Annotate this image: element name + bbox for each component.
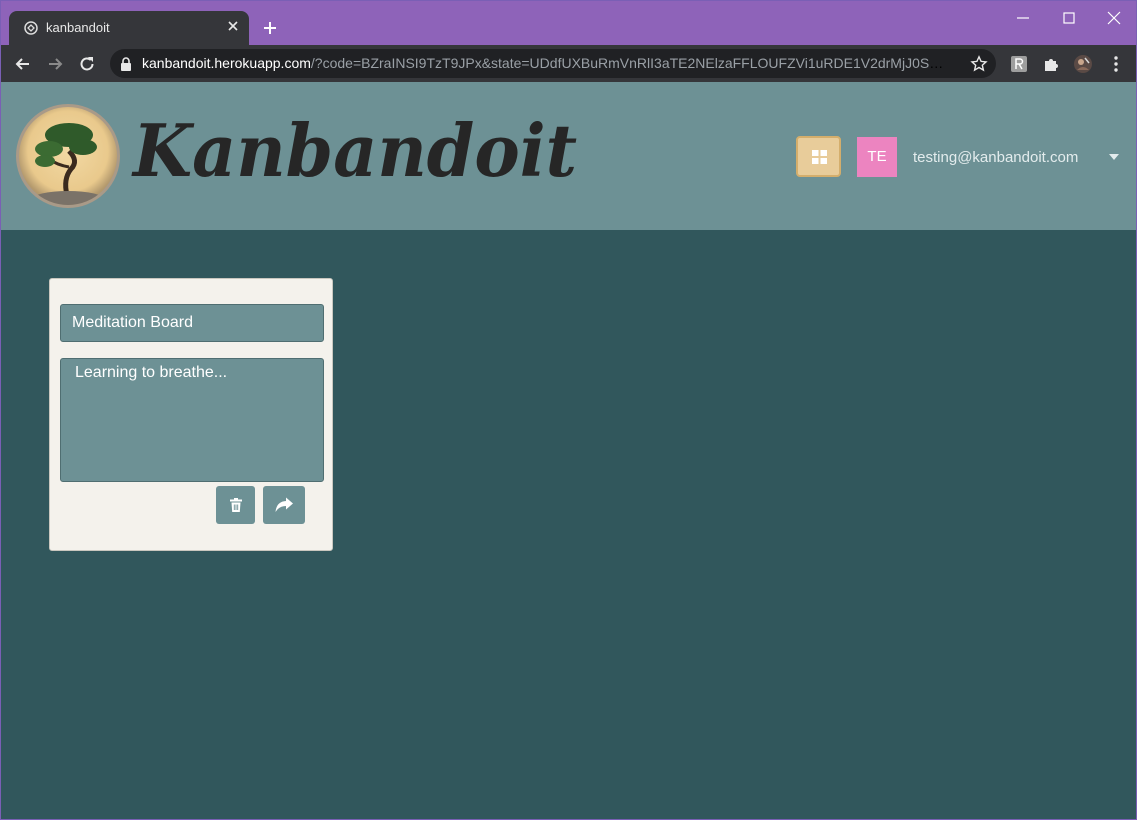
browser-window: kanbandoit kanbandoit.herokuapp.com/?cod… [1,1,1136,819]
board-description-textarea[interactable]: Learning to breathe... [60,358,324,482]
back-icon[interactable] [13,54,33,74]
trash-icon [229,498,242,512]
user-email[interactable]: testing@kanbandoit.com [913,149,1078,166]
favicon-icon [24,21,38,35]
share-board-button[interactable] [263,486,305,524]
extension-r-icon[interactable] [1009,54,1029,74]
url-host: kanbandoit.herokuapp.com [142,55,311,71]
brand-wordmark: Kanbandoit [131,108,577,193]
forward-icon[interactable] [45,54,65,74]
url-path: /?code=BZraINSI9TzT9JPx&state=UDdfUXBuRm… [310,55,954,71]
boards-view-button[interactable] [796,136,841,177]
bookmark-star-icon[interactable] [970,55,988,73]
browser-titlebar: kanbandoit [1,1,1136,45]
browser-tab[interactable]: kanbandoit [9,11,249,45]
delete-board-button[interactable] [216,486,255,524]
grid-icon [812,150,827,164]
chevron-down-icon[interactable] [1109,154,1119,160]
address-bar[interactable]: kanbandoit.herokuapp.com/?code=BZraINSI9… [110,49,996,78]
browser-toolbar: kanbandoit.herokuapp.com/?code=BZraINSI9… [1,45,1136,82]
board-title-input[interactable] [60,304,324,342]
bonsai-logo[interactable] [16,104,120,208]
bonsai-tree-icon [32,123,104,205]
board-card: Learning to breathe... [49,278,333,551]
app-header: Kanbandoit TE testing@kanbandoit.com [1,82,1136,230]
minimize-icon[interactable] [1014,9,1032,27]
profile-icon[interactable] [1073,54,1093,74]
window-close-icon[interactable] [1105,9,1123,27]
reload-icon[interactable] [77,54,97,74]
user-avatar[interactable]: TE [857,137,897,177]
tab-title: kanbandoit [46,20,110,35]
svg-text:Kanbandoit: Kanbandoit [131,108,577,193]
url-text: kanbandoit.herokuapp.com/?code=BZraINSI9… [142,55,954,71]
maximize-icon[interactable] [1060,9,1078,27]
lock-icon [121,57,131,71]
share-arrow-icon [275,497,293,512]
new-tab-icon[interactable] [261,19,279,37]
tab-close-icon[interactable] [226,19,240,33]
extensions-puzzle-icon[interactable] [1041,54,1061,74]
menu-dots-icon[interactable] [1106,54,1126,74]
